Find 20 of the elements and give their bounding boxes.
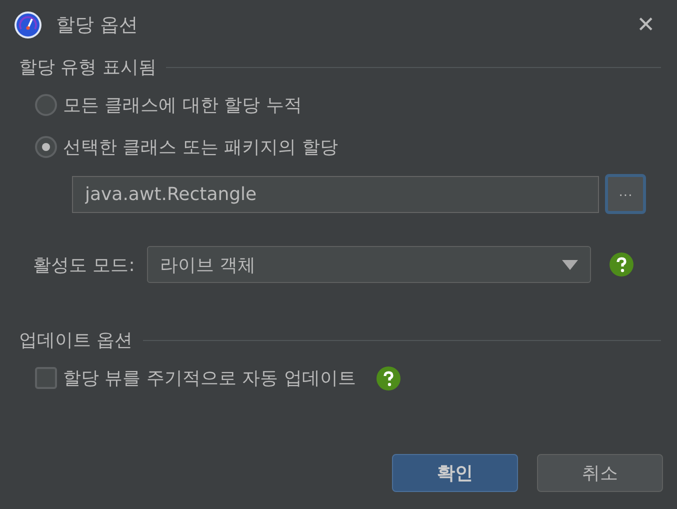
option-label: 선택한 클래스 또는 패키지의 할당 xyxy=(63,136,338,159)
mode-dropdown[interactable]: 라이브 객체 xyxy=(146,246,591,283)
cancel-button[interactable]: 취소 xyxy=(537,454,663,492)
class-name-field[interactable]: java.awt.Rectangle xyxy=(72,176,599,212)
option-label: 할당 뷰를 주기적으로 자동 업데이트 xyxy=(63,367,356,390)
field-label: 활성도 모드: xyxy=(33,254,135,276)
gauge-icon xyxy=(14,11,42,39)
help-icon xyxy=(608,252,634,277)
section-heading: 할당 유형 표시됨 xyxy=(19,56,156,79)
radio-button[interactable] xyxy=(35,136,57,158)
dropdown-arrow-icon xyxy=(562,260,578,270)
browse-button[interactable]: ··· xyxy=(605,174,646,214)
close-button[interactable]: ✕ xyxy=(628,12,663,38)
option-label: 모든 클래스에 대한 할당 누적 xyxy=(63,94,302,117)
ok-button[interactable]: 확인 xyxy=(392,454,518,492)
section-heading: 업데이트 옵션 xyxy=(19,329,133,352)
help-icon xyxy=(376,366,401,390)
radio-button[interactable] xyxy=(35,94,57,116)
checkbox[interactable] xyxy=(35,367,57,389)
dialog-title: 할당 옵션 xyxy=(56,13,140,38)
